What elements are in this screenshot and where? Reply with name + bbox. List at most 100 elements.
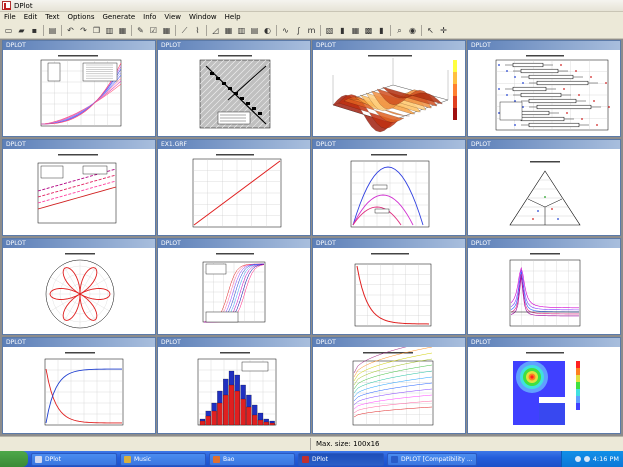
plot-window[interactable]: DPLOT [157, 238, 311, 335]
menu-edit[interactable]: Edit [20, 12, 42, 23]
plot-window[interactable]: DPLOT [2, 40, 156, 137]
start-button[interactable] [0, 451, 28, 467]
plot-graphic [513, 352, 580, 425]
save-icon[interactable]: ▪ [30, 26, 40, 36]
plot-window-titlebar[interactable]: DPLOT [313, 41, 465, 50]
plot-window-titlebar[interactable]: DPLOT [158, 41, 310, 50]
plot-window[interactable]: DPLOT [467, 139, 621, 236]
plot-window-titlebar[interactable]: DPLOT [468, 239, 620, 248]
taskbar-button[interactable]: DPlot [31, 452, 117, 466]
bars-icon[interactable]: ▮ [377, 26, 387, 36]
toolbar-separator [276, 25, 277, 36]
plot-window-titlebar[interactable]: DPLOT [3, 41, 155, 50]
app-icon [124, 455, 131, 463]
m-label-icon[interactable]: m [307, 26, 317, 36]
line-tool-icon[interactable]: ⟋ [180, 26, 190, 36]
taskbar-button[interactable]: Bao [209, 452, 295, 466]
plot-window-titlebar[interactable]: DPLOT [468, 41, 620, 50]
plot-thumbnail [313, 149, 465, 235]
tile-icon[interactable]: ▦ [162, 26, 172, 36]
zoom-icon[interactable]: ⌕ [395, 26, 405, 36]
taskbar-button[interactable]: DPlot [298, 452, 384, 466]
chart-bar-icon[interactable]: ▥ [237, 26, 247, 36]
edit-data-icon[interactable]: ✎ [136, 26, 146, 36]
chart-area-icon[interactable]: ▤ [250, 26, 260, 36]
paste-icon[interactable]: ▥ [105, 26, 115, 36]
new-doc-icon[interactable]: ▭ [4, 26, 14, 36]
volume-icon[interactable] [583, 456, 590, 462]
plot-window-titlebar[interactable]: DPLOT [3, 140, 155, 149]
plot-window[interactable]: DPLOT [312, 40, 466, 137]
plot-window[interactable]: DPLOT [467, 40, 621, 137]
eye-icon[interactable]: ◉ [408, 26, 418, 36]
plot-window[interactable]: DPLOT [467, 337, 621, 434]
plot-window[interactable]: DPLOT [2, 139, 156, 236]
plot-window-titlebar[interactable]: DPLOT [158, 338, 310, 347]
chart-polar-icon[interactable]: ◐ [263, 26, 273, 36]
plot-graphic [509, 161, 581, 226]
menu-file[interactable]: File [0, 12, 20, 23]
plot-window[interactable]: EX1.GRF [157, 139, 311, 236]
status-separator [310, 438, 311, 450]
chart-linear-icon[interactable]: ◿ [211, 26, 221, 36]
plot-window[interactable]: DPLOT [312, 238, 466, 335]
plot-window-titlebar[interactable]: DPLOT [158, 239, 310, 248]
menu-generate[interactable]: Generate [98, 12, 139, 23]
menu-help[interactable]: Help [221, 12, 245, 23]
toolbar-separator [43, 25, 44, 36]
plot-window[interactable]: DPLOT [467, 238, 621, 335]
taskbar-button[interactable]: Music [120, 452, 206, 466]
plot-window-titlebar[interactable]: DPLOT [313, 140, 465, 149]
plot-window[interactable]: DPLOT [2, 337, 156, 434]
plot-window-titlebar[interactable]: DPLOT [313, 338, 465, 347]
plot-thumbnail [3, 248, 155, 334]
open-folder-icon[interactable]: ▰ [17, 26, 27, 36]
plot-graphic [332, 55, 457, 133]
plot-window[interactable]: DPLOT [157, 40, 311, 137]
pointer-help-icon[interactable]: ↖ [426, 26, 436, 36]
plot-window-titlebar[interactable]: EX1.GRF [158, 140, 310, 149]
copy-icon[interactable]: ❐ [92, 26, 102, 36]
check-icon[interactable]: ☑ [149, 26, 159, 36]
plot-graphic [495, 55, 610, 131]
plot-window[interactable]: DPLOT [312, 139, 466, 236]
app-icon [302, 455, 309, 463]
smooth-curve-icon[interactable]: ∿ [281, 26, 291, 36]
image-icon[interactable]: ▧ [325, 26, 335, 36]
menu-view[interactable]: View [160, 12, 185, 23]
toolbar-separator [421, 25, 422, 36]
table-icon[interactable]: ▦ [351, 26, 361, 36]
menu-window[interactable]: Window [185, 12, 221, 23]
integral-icon[interactable]: ∫ [294, 26, 304, 36]
plot-window-titlebar[interactable]: DPLOT [313, 239, 465, 248]
plot-window-titlebar[interactable]: DPLOT [468, 338, 620, 347]
plot-window[interactable]: DPLOT [2, 238, 156, 335]
redo-icon[interactable]: ↷ [79, 26, 89, 36]
menu-bar: File Edit Text Options Generate Info View Windo… [0, 12, 623, 23]
plot-window[interactable]: DPLOT [157, 337, 311, 434]
menu-options[interactable]: Options [63, 12, 98, 23]
network-icon[interactable] [574, 456, 581, 462]
menu-text[interactable]: Text [41, 12, 63, 23]
print-icon[interactable]: ▤ [48, 26, 58, 36]
undo-icon[interactable]: ↶ [66, 26, 76, 36]
clipboard-icon[interactable]: ▦ [118, 26, 128, 36]
chart-grid-icon[interactable]: ▦ [224, 26, 234, 36]
plot-graphic [45, 253, 115, 329]
grid-view-icon[interactable]: ▩ [364, 26, 374, 36]
toolbar-separator [131, 25, 132, 36]
dplot-app-icon[interactable] [2, 1, 11, 10]
plot-window-titlebar[interactable]: DPLOT [3, 239, 155, 248]
crosshair-icon[interactable]: ✛ [439, 26, 449, 36]
plot-window-titlebar[interactable]: DPLOT [3, 338, 155, 347]
dplot-desktop: DPlot File Edit Text Options Generate Info Vie… [0, 0, 623, 467]
toolbar-separator [320, 25, 321, 36]
taskbar-button[interactable]: DPLOT [Compatibility ... [387, 452, 477, 466]
plot-graphic [192, 154, 282, 228]
histogram-icon[interactable]: ▮ [338, 26, 348, 36]
plot-window[interactable]: DPLOT [312, 337, 466, 434]
menu-info[interactable]: Info [139, 12, 160, 23]
plot-thumbnail [3, 149, 155, 235]
plot-window-titlebar[interactable]: DPLOT [468, 140, 620, 149]
curve-tool-icon[interactable]: ⌇ [193, 26, 203, 36]
